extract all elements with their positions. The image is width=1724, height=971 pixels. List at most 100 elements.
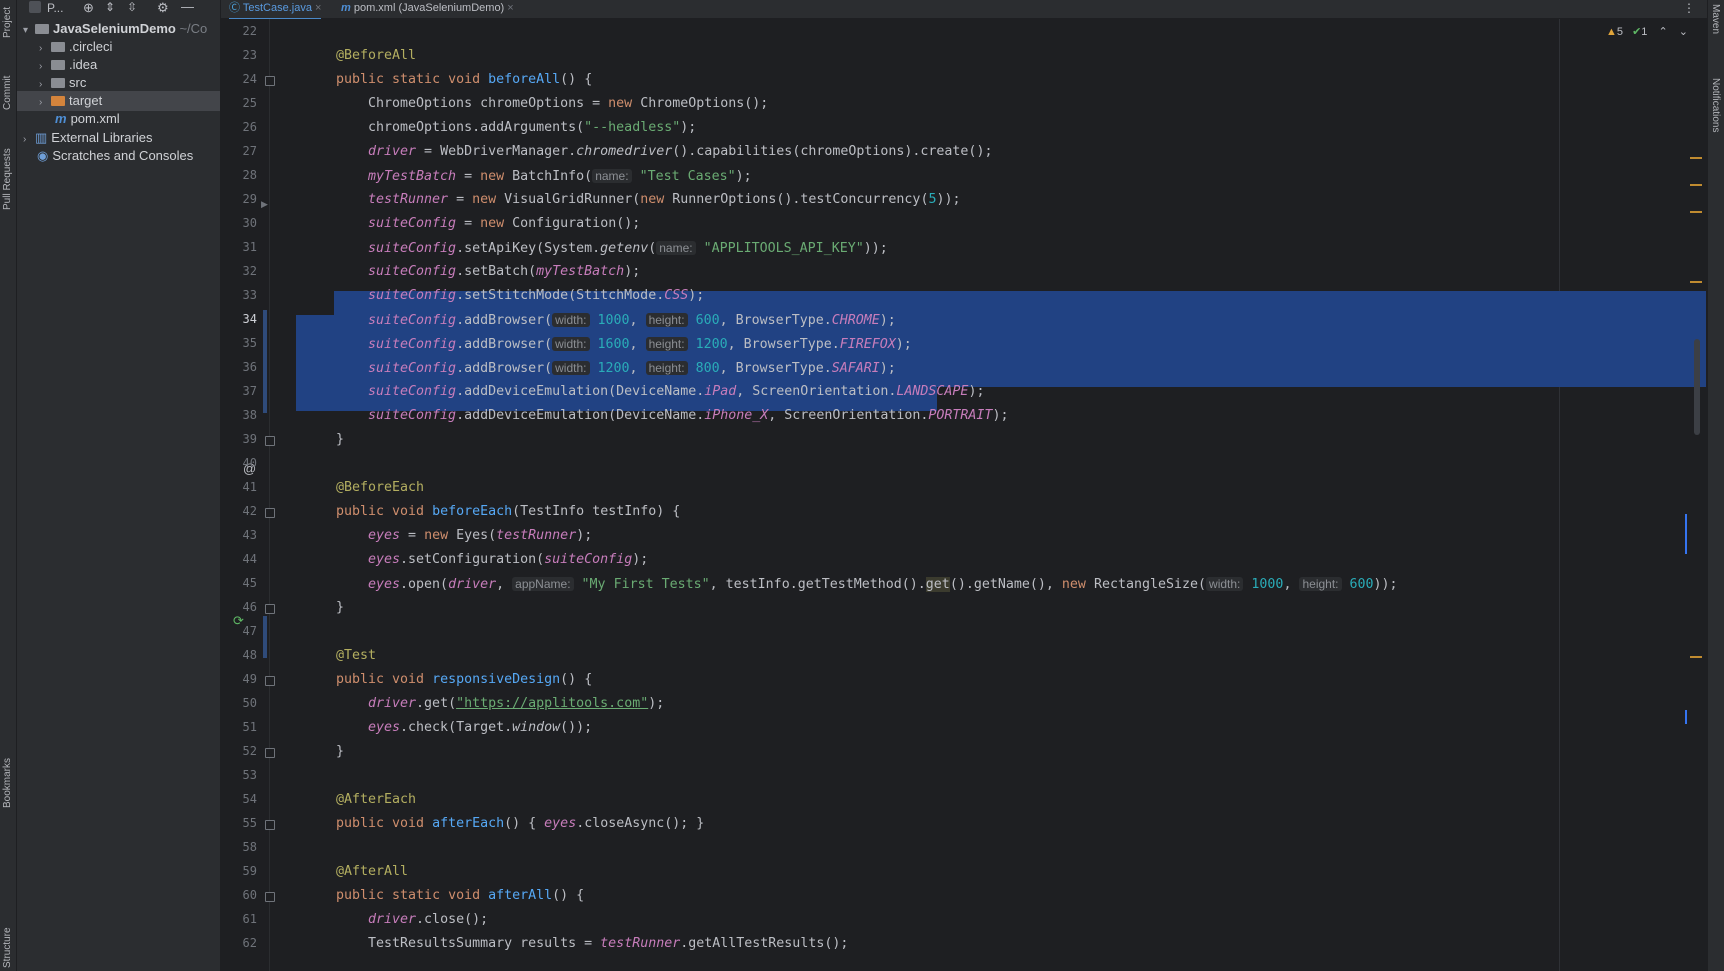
code-editor[interactable]: @BeforeAll public static void beforeAll(… <box>296 19 1706 971</box>
line-number[interactable]: 62 <box>221 936 257 950</box>
warning-stripe[interactable] <box>1690 281 1702 283</box>
tree-item-src[interactable]: › src <box>17 73 220 93</box>
code-line: @BeforeEach <box>336 480 425 495</box>
tree-item-label: .idea <box>69 57 98 72</box>
line-number[interactable]: 40 <box>221 456 257 470</box>
fold-marker-icon[interactable] <box>265 748 275 758</box>
line-number[interactable]: 58 <box>221 840 257 854</box>
more-options-icon[interactable]: ⋮ <box>1683 1 1695 15</box>
line-number[interactable]: 46 <box>221 600 257 614</box>
line-number[interactable]: 49 <box>221 672 257 686</box>
collapse-all-icon[interactable]: ⇳ <box>127 0 137 14</box>
tree-root[interactable]: ▾ JavaSeleniumDemo ~/Co <box>17 19 220 39</box>
line-number[interactable]: 27 <box>221 144 257 158</box>
code-line: testRunner = new VisualGridRunner(new Ru… <box>368 192 961 207</box>
line-number[interactable]: 30 <box>221 216 257 230</box>
code-line: TestResultsSummary results = testRunner.… <box>368 936 849 951</box>
param-hint: width: <box>1206 577 1244 591</box>
tree-item-scratches[interactable]: ◉ Scratches and Consoles <box>17 146 220 166</box>
line-number[interactable]: 36 <box>221 360 257 374</box>
line-number[interactable]: 48 <box>221 648 257 662</box>
fold-marker-icon[interactable] <box>265 676 275 686</box>
project-view-icon[interactable] <box>29 1 41 13</box>
line-number[interactable]: 37 <box>221 384 257 398</box>
code-line: ChromeOptions chromeOptions = new Chrome… <box>368 96 769 111</box>
line-number[interactable]: 52 <box>221 744 257 758</box>
project-panel-title[interactable]: P... <box>47 1 63 15</box>
gear-icon[interactable]: ⚙ <box>157 0 169 16</box>
locate-icon[interactable]: ⊕ <box>83 0 94 16</box>
param-hint: width: <box>552 313 590 327</box>
tree-item-external-libraries[interactable]: › ▥ External Libraries <box>17 128 220 148</box>
fold-marker-icon[interactable] <box>265 436 275 446</box>
fold-marker-icon[interactable] <box>265 508 275 518</box>
maven-tool-tab[interactable]: Maven <box>1710 4 1721 34</box>
line-number[interactable]: 25 <box>221 96 257 110</box>
line-number[interactable]: 54 <box>221 792 257 806</box>
hide-panel-icon[interactable]: — <box>181 0 194 14</box>
line-number[interactable]: 31 <box>221 240 257 254</box>
line-number[interactable]: 55 <box>221 816 257 830</box>
line-number[interactable]: 61 <box>221 912 257 926</box>
fold-marker-icon[interactable] <box>265 892 275 902</box>
line-number[interactable]: 60 <box>221 888 257 902</box>
tree-item-target[interactable]: › target <box>17 91 220 111</box>
change-stripe[interactable] <box>1685 514 1687 554</box>
line-number[interactable]: 41 <box>221 480 257 494</box>
line-number[interactable]: 53 <box>221 768 257 782</box>
tree-item-label: External Libraries <box>51 130 153 145</box>
line-number[interactable]: 50 <box>221 696 257 710</box>
line-number[interactable]: 34 <box>221 312 257 326</box>
tree-item-pom[interactable]: m pom.xml <box>17 109 220 129</box>
tab-pom-xml[interactable]: m pom.xml (JavaSeleniumDemo) × <box>341 0 514 18</box>
line-number[interactable]: 39 <box>221 432 257 446</box>
line-number[interactable]: 33 <box>221 288 257 302</box>
line-number[interactable]: 47 <box>221 624 257 638</box>
editor-tabs: Ⓒ TestCase.java × m pom.xml (JavaSeleniu… <box>221 0 1707 20</box>
folder-icon <box>51 42 65 52</box>
line-number[interactable]: 45 <box>221 576 257 590</box>
line-number[interactable]: 43 <box>221 528 257 542</box>
scrollbar-thumb[interactable] <box>1694 339 1700 435</box>
line-number[interactable]: 22 <box>221 24 257 38</box>
warning-stripe[interactable] <box>1690 157 1702 159</box>
fold-marker-icon[interactable] <box>265 820 275 830</box>
tree-item-idea[interactable]: › .idea <box>17 55 220 75</box>
root-path: ~/Co <box>179 21 208 36</box>
line-number[interactable]: 26 <box>221 120 257 134</box>
tab-testcase-java[interactable]: Ⓒ TestCase.java × <box>229 0 322 20</box>
code-line: chromeOptions.addArguments("--headless")… <box>368 120 697 135</box>
line-number[interactable]: 38 <box>221 408 257 422</box>
warning-stripe[interactable] <box>1690 184 1702 186</box>
notifications-tool-tab[interactable]: Notifications <box>1710 78 1721 132</box>
close-icon[interactable]: × <box>507 2 513 14</box>
chevron-up-icon[interactable]: ⌃ <box>1658 26 1667 38</box>
code-line: eyes = new Eyes(testRunner); <box>368 528 593 543</box>
line-number[interactable]: 35 <box>221 336 257 350</box>
line-number[interactable]: 24 <box>221 72 257 86</box>
chevron-down-icon[interactable]: ⌄ <box>1679 26 1688 38</box>
expand-all-icon[interactable]: ⇕ <box>105 0 115 14</box>
line-number[interactable]: 42 <box>221 504 257 518</box>
warning-stripe[interactable] <box>1690 211 1702 213</box>
fold-icon[interactable]: ▶ <box>261 199 268 210</box>
change-stripe[interactable] <box>1685 710 1687 724</box>
param-hint: height: <box>645 313 688 327</box>
line-number[interactable]: 51 <box>221 720 257 734</box>
vcs-change-marker[interactable] <box>263 310 267 413</box>
line-number[interactable]: 32 <box>221 264 257 278</box>
fold-marker-icon[interactable] <box>265 604 275 614</box>
warning-stripe[interactable] <box>1690 656 1702 658</box>
close-icon[interactable]: × <box>315 2 321 14</box>
line-number[interactable]: 59 <box>221 864 257 878</box>
code-line: suiteConfig.addDeviceEmulation(DeviceNam… <box>368 384 985 399</box>
inspections-widget[interactable]: ▲5 ✔1 ⌃ ⌄ <box>1606 25 1688 38</box>
line-number[interactable]: 29 <box>221 192 257 206</box>
tree-item-label: Scratches and Consoles <box>52 148 194 163</box>
vcs-change-marker[interactable] <box>263 616 267 658</box>
fold-marker-icon[interactable] <box>265 76 275 86</box>
line-number[interactable]: 28 <box>221 168 257 182</box>
line-number[interactable]: 44 <box>221 552 257 566</box>
tree-item-circleci[interactable]: › .circleci <box>17 37 220 57</box>
line-number[interactable]: 23 <box>221 48 257 62</box>
